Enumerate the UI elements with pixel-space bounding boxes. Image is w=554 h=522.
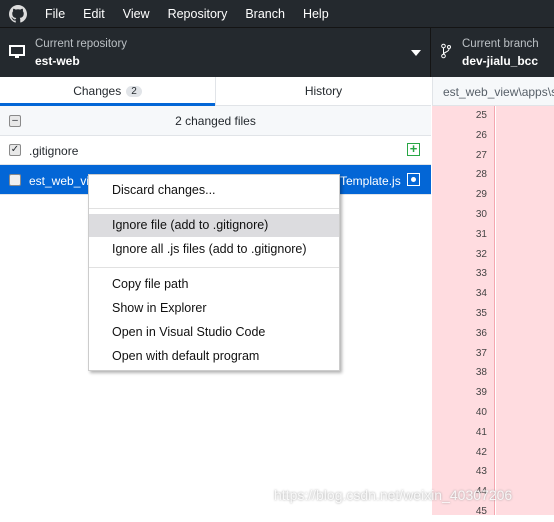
file-path-header: est_web_view\apps\s	[432, 77, 554, 106]
tab-changes-label: Changes	[73, 84, 122, 98]
file-checkbox[interactable]	[9, 174, 21, 186]
line-number: 32	[475, 248, 487, 260]
menu-item-copy-file-path[interactable]: Copy file path	[89, 273, 339, 296]
diff-code-area	[496, 106, 554, 515]
line-number: 34	[475, 288, 487, 300]
tab-changes[interactable]: Changes 2	[0, 77, 215, 106]
tab-bar: Changes 2 History	[0, 77, 431, 106]
current-repository-button[interactable]: Current repository est-web	[0, 28, 431, 77]
file-checkbox[interactable]: ✓	[9, 144, 21, 156]
line-number: 43	[475, 466, 487, 478]
line-number: 45	[475, 505, 487, 517]
menu-view[interactable]: View	[114, 7, 159, 21]
monitor-icon	[9, 45, 25, 62]
line-number: 25	[475, 110, 487, 121]
tab-history[interactable]: History	[215, 77, 431, 105]
diff-gutter: 25 26 27 28 29 30 31 32 33 34 35 36 37 3…	[432, 106, 495, 517]
menu-separator	[89, 267, 339, 268]
menu-item-ignore-all-js[interactable]: Ignore all .js files (add to .gitignore)	[89, 238, 339, 261]
changed-files-header: – 2 changed files	[0, 106, 431, 136]
menu-item-discard-changes[interactable]: Discard changes...	[89, 179, 339, 202]
line-number: 30	[475, 208, 487, 220]
watermark: https://blog.csdn.net/weixin_40307206	[274, 487, 513, 503]
line-number: 35	[475, 307, 487, 319]
line-number: 40	[475, 406, 487, 418]
menu-help[interactable]: Help	[294, 7, 338, 21]
menu-item-open-in-vscode[interactable]: Open in Visual Studio Code	[89, 321, 339, 344]
context-menu: Discard changes... Ignore file (add to .…	[88, 174, 340, 371]
line-number: 29	[475, 189, 487, 201]
menu-item-show-in-explorer[interactable]: Show in Explorer	[89, 297, 339, 320]
branch-icon	[441, 43, 451, 62]
line-number: 33	[475, 268, 487, 280]
menu-item-ignore-file[interactable]: Ignore file (add to .gitignore)	[89, 214, 339, 237]
branch-label: Current branch	[462, 38, 539, 50]
menu-item-open-default-program[interactable]: Open with default program	[89, 345, 339, 368]
file-row[interactable]: ✓ .gitignore +	[0, 136, 431, 165]
modified-icon	[407, 173, 420, 186]
line-number: 39	[475, 387, 487, 399]
current-branch-button[interactable]: Current branch dev-jialu_bcc	[432, 28, 554, 77]
added-icon: +	[407, 142, 420, 156]
file-name-start: est_web_vi	[29, 174, 90, 188]
line-number: 27	[475, 149, 487, 161]
menu-edit[interactable]: Edit	[74, 7, 114, 21]
tab-history-label: History	[304, 84, 343, 98]
toolbar: Current repository est-web Current branc…	[0, 27, 554, 77]
select-all-checkbox[interactable]: –	[9, 115, 21, 127]
line-number: 36	[475, 327, 487, 339]
menu-bar: File Edit View Repository Branch Help	[0, 0, 554, 27]
changed-files-count: 2 changed files	[175, 113, 256, 128]
changes-count-badge: 2	[126, 85, 142, 97]
menu-separator	[89, 208, 339, 209]
menu-file[interactable]: File	[36, 7, 74, 21]
repo-name: est-web	[35, 54, 80, 68]
line-number: 41	[475, 426, 487, 438]
line-number: 31	[475, 228, 487, 240]
line-number: 37	[475, 347, 487, 359]
github-logo-icon	[0, 4, 36, 23]
repo-label: Current repository	[35, 38, 128, 50]
line-number: 26	[475, 129, 487, 141]
menu-branch[interactable]: Branch	[236, 7, 294, 21]
line-number: 42	[475, 446, 487, 458]
line-number: 28	[475, 169, 487, 181]
chevron-down-icon	[411, 50, 421, 56]
line-number: 38	[475, 367, 487, 379]
menu-repository[interactable]: Repository	[159, 7, 237, 21]
file-name: .gitignore	[29, 144, 79, 158]
branch-name: dev-jialu_bcc	[462, 54, 539, 68]
file-name-end: Template.js	[340, 174, 401, 188]
